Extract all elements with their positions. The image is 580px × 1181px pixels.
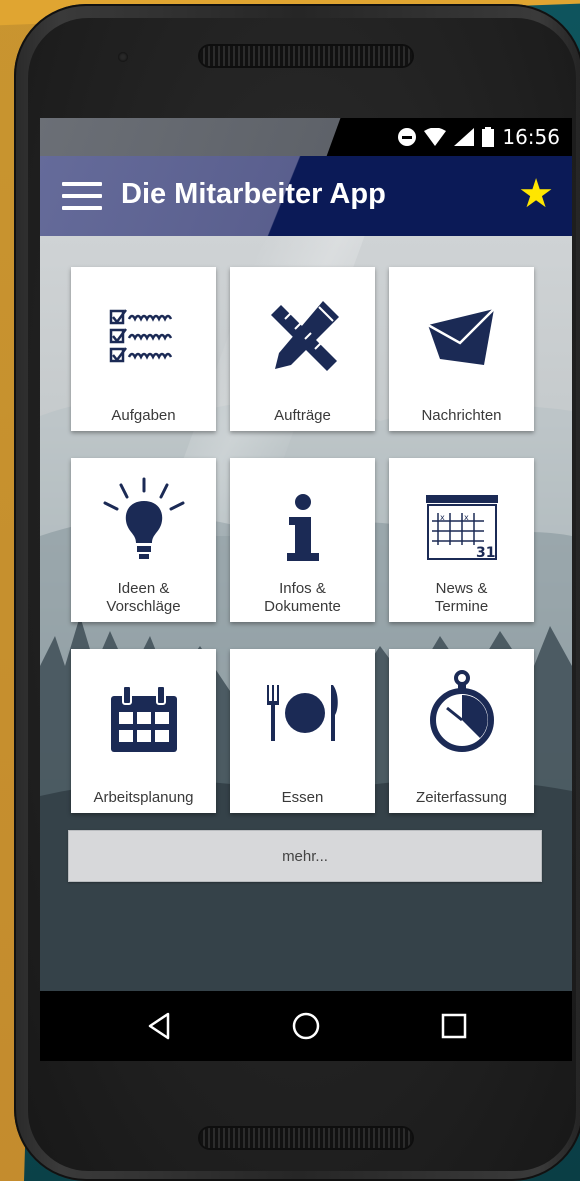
status-time: 16:56 xyxy=(502,125,560,149)
tile-arbeitsplanung[interactable]: Arbeitsplanung xyxy=(71,649,216,813)
do-not-disturb-icon xyxy=(398,128,417,146)
app-bar: Die Mitarbeiter App ★ xyxy=(40,156,572,236)
svg-text:x: x xyxy=(464,513,469,522)
calendar-day-icon: x x 31 xyxy=(425,495,498,561)
tile-news[interactable]: x x 31 News & Termine xyxy=(389,458,534,622)
plate-cutlery-icon xyxy=(266,685,338,741)
lightbulb-icon xyxy=(103,477,184,559)
calendar-grid-icon xyxy=(110,685,177,752)
tile-label: Arbeitsplanung xyxy=(93,789,194,806)
tile-label-multiline: News & Termine xyxy=(434,580,489,615)
tile-zeiterfassung[interactable]: Zeiterfassung xyxy=(389,649,534,813)
tile-label: Aufträge xyxy=(274,407,331,424)
tile-label-multiline: Ideen & Vorschläge xyxy=(106,580,181,615)
battery-icon xyxy=(482,127,495,147)
tile-label: Zeiterfassung xyxy=(416,789,507,806)
tile-auftraege[interactable]: Aufträge xyxy=(230,267,375,431)
tile-ideen[interactable]: Ideen & Vorschläge xyxy=(71,458,216,622)
tile-label: Essen xyxy=(281,789,324,806)
top-speaker xyxy=(200,46,412,66)
tile-nachrichten[interactable]: Nachrichten xyxy=(389,267,534,431)
checklist-icon xyxy=(109,309,172,363)
front-camera xyxy=(118,52,128,62)
recent-apps-icon[interactable] xyxy=(439,1011,469,1041)
menu-icon[interactable] xyxy=(62,182,102,210)
calendar-day-number: 31 xyxy=(476,545,495,561)
tile-label: Nachrichten xyxy=(421,407,502,424)
svg-text:x: x xyxy=(440,513,445,522)
back-icon[interactable] xyxy=(144,1011,174,1041)
tile-label-multiline: Infos & Dokumente xyxy=(264,580,341,615)
home-icon[interactable] xyxy=(291,1011,321,1041)
ruler-pencil-icon xyxy=(270,301,339,371)
tile-essen[interactable]: Essen xyxy=(230,649,375,813)
tile-aufgaben[interactable]: Aufgaben xyxy=(71,267,216,431)
android-navigation-bar xyxy=(40,991,572,1061)
more-button[interactable]: mehr... xyxy=(68,830,542,882)
tile-label: Aufgaben xyxy=(111,407,176,424)
info-icon xyxy=(286,494,319,561)
envelope-icon xyxy=(426,308,495,365)
phone-screen: 16:56 Die Mitarbeiter App ★ Aufgaben Auf… xyxy=(40,118,572,1061)
signal-icon xyxy=(454,128,475,146)
app-title: Die Mitarbeiter App xyxy=(121,178,386,210)
tile-infos[interactable]: Infos & Dokumente xyxy=(230,458,375,622)
wifi-icon xyxy=(424,128,447,146)
stopwatch-icon xyxy=(429,670,494,752)
status-bar: 16:56 xyxy=(40,118,572,156)
bottom-speaker xyxy=(200,1128,412,1148)
star-icon[interactable]: ★ xyxy=(518,174,554,214)
